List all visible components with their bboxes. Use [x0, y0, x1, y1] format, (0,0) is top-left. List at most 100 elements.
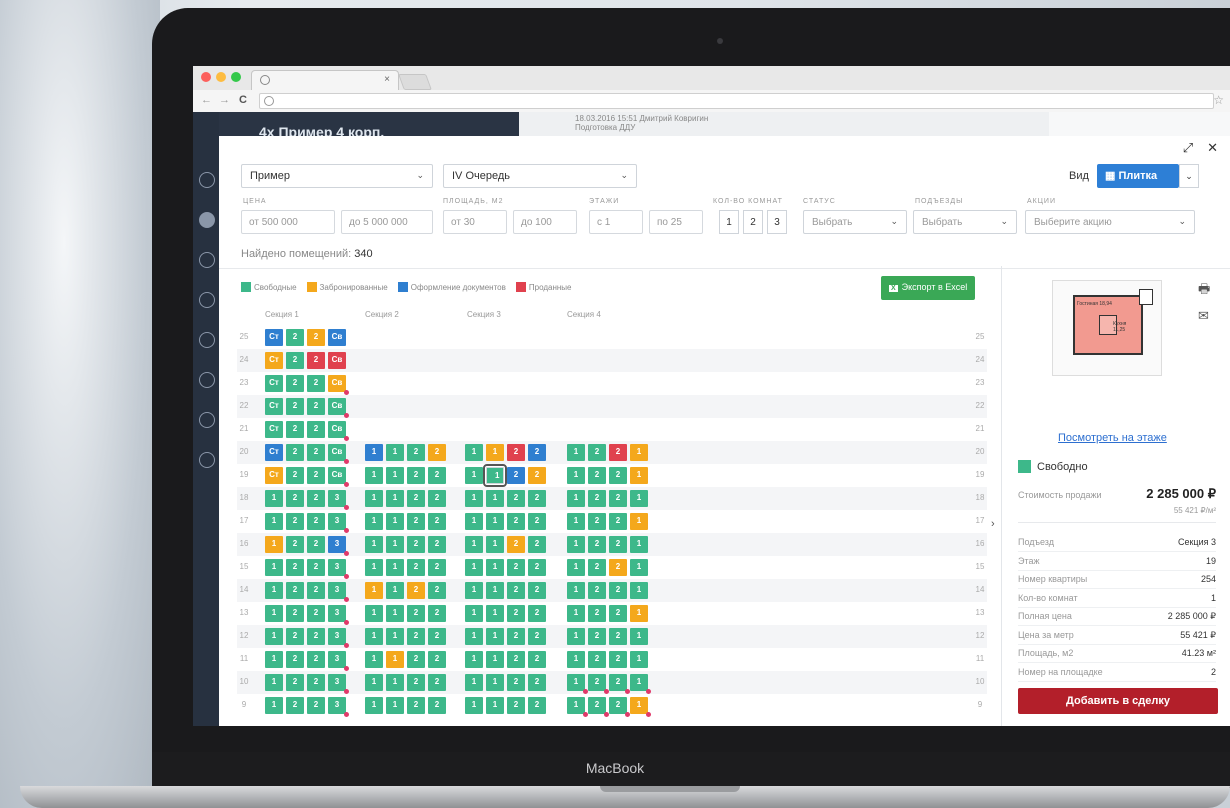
forward-arrow-icon[interactable]: → — [219, 94, 230, 106]
apartment-cell[interactable]: 2 — [588, 651, 606, 668]
rooms-option-2[interactable]: 2 — [743, 210, 763, 234]
apartment-cell[interactable]: Ст — [265, 467, 283, 484]
apartment-cell[interactable]: 2 — [428, 490, 446, 507]
apartment-cell[interactable]: 1 — [365, 605, 383, 622]
apartment-cell[interactable]: 2 — [528, 559, 546, 576]
apartment-cell[interactable]: 2 — [507, 628, 525, 645]
apartment-cell[interactable]: 1 — [365, 697, 383, 714]
apartment-cell[interactable]: 3 — [328, 697, 349, 717]
apartment-cell[interactable]: 1 — [365, 582, 383, 599]
apartment-cell[interactable]: 1 — [483, 464, 507, 487]
apartment-cell[interactable]: 1 — [630, 651, 648, 668]
apartment-cell[interactable]: 2 — [528, 444, 546, 461]
maximize-window-button[interactable] — [231, 72, 241, 82]
bookmark-star-icon[interactable]: ☆ — [1213, 93, 1224, 107]
apartment-cell[interactable]: 2 — [307, 536, 325, 553]
apartment-cell[interactable]: Св — [328, 375, 349, 395]
apartment-cell[interactable]: 1 — [465, 605, 483, 622]
apartment-cell[interactable]: 1 — [630, 490, 648, 507]
apartment-cell[interactable]: 1 — [630, 467, 648, 484]
apartment-cell[interactable]: 1 — [365, 467, 383, 484]
apartment-cell[interactable]: 1 — [567, 444, 585, 461]
apartment-cell[interactable]: 2 — [286, 490, 304, 507]
apartment-cell[interactable]: 2 — [588, 559, 606, 576]
apartment-cell[interactable]: 1 — [386, 651, 404, 668]
apartment-cell[interactable]: 2 — [528, 628, 546, 645]
apartment-cell[interactable]: 2 — [588, 467, 606, 484]
apartment-cell[interactable]: 1 — [365, 490, 383, 507]
apartment-cell[interactable]: 2 — [286, 375, 304, 392]
price-from-input[interactable]: от 500 000 — [241, 210, 335, 234]
apartment-cell[interactable]: 1 — [365, 444, 383, 461]
apartment-cell[interactable]: 1 — [486, 559, 504, 576]
apartment-cell[interactable]: 2 — [307, 628, 325, 645]
apartment-cell[interactable]: 2 — [428, 559, 446, 576]
floor-plan-image[interactable]: Гостиная 18,94 Кухня 11,25 — [1052, 280, 1162, 376]
apartment-cell[interactable]: 1 — [486, 628, 504, 645]
apartment-cell[interactable]: 1 — [465, 651, 483, 668]
apartment-cell[interactable]: 2 — [428, 536, 446, 553]
apartment-cell[interactable]: 2 — [286, 651, 304, 668]
apartment-cell[interactable]: 3 — [328, 628, 349, 648]
apartment-cell[interactable]: 2 — [609, 674, 630, 694]
apartment-cell[interactable]: 1 — [386, 536, 404, 553]
add-to-deal-button[interactable]: Добавить в сделку — [1018, 688, 1218, 714]
browser-tab[interactable]: × — [251, 70, 399, 90]
apartment-cell[interactable]: Ст — [265, 398, 283, 415]
apartment-cell[interactable]: 2 — [507, 674, 525, 691]
apartment-cell[interactable]: 1 — [386, 582, 404, 599]
apartment-cell[interactable]: 1 — [265, 536, 283, 553]
apartment-cell[interactable]: 1 — [567, 697, 588, 717]
apartment-cell[interactable]: 1 — [386, 605, 404, 622]
apartment-cell[interactable]: Св — [328, 421, 349, 441]
apartment-cell[interactable]: 2 — [588, 536, 606, 553]
apartment-cell[interactable]: 2 — [307, 421, 325, 438]
print-icon[interactable]: 🖶 — [1198, 280, 1210, 302]
apartment-cell[interactable]: 2 — [609, 536, 627, 553]
apartment-cell[interactable]: 1 — [567, 559, 585, 576]
apartment-cell[interactable]: 1 — [567, 651, 585, 668]
apartment-cell[interactable]: 2 — [286, 605, 304, 622]
apartment-cell[interactable]: 1 — [567, 536, 585, 553]
apartment-cell[interactable]: 3 — [328, 651, 349, 671]
apartment-cell[interactable]: Св — [328, 398, 349, 418]
apartment-cell[interactable]: 3 — [328, 582, 349, 602]
apartment-cell[interactable]: 2 — [286, 398, 304, 415]
area-from-input[interactable]: от 30 — [443, 210, 507, 234]
apartment-cell[interactable]: 2 — [528, 536, 546, 553]
apartment-cell[interactable]: 2 — [507, 490, 525, 507]
apartment-cell[interactable]: 1 — [465, 559, 483, 576]
apartment-cell[interactable]: 2 — [286, 513, 304, 530]
apartment-cell[interactable]: 1 — [265, 605, 283, 622]
apartment-cell[interactable]: 2 — [307, 467, 325, 484]
apartment-cell[interactable]: 1 — [386, 490, 404, 507]
apartment-cell[interactable]: 2 — [286, 329, 304, 346]
apartment-cell[interactable]: 2 — [528, 582, 546, 599]
apartment-cell[interactable]: 1 — [265, 628, 283, 645]
apartment-cell[interactable]: 2 — [528, 513, 546, 530]
dashboard-icon[interactable] — [199, 172, 215, 188]
apartment-cell[interactable]: 1 — [630, 536, 648, 553]
apartment-cell[interactable]: 2 — [407, 605, 425, 622]
apartment-cell[interactable]: 2 — [286, 582, 304, 599]
apartment-cell[interactable]: 2 — [609, 513, 627, 530]
apartment-cell[interactable]: 1 — [486, 513, 504, 530]
apartment-cell[interactable]: 2 — [286, 444, 304, 461]
apartment-cell[interactable]: 1 — [265, 697, 283, 714]
apartment-cell[interactable]: 1 — [465, 513, 483, 530]
apartment-cell[interactable]: 3 — [328, 605, 349, 625]
apartment-cell[interactable]: 1 — [465, 697, 483, 714]
apartment-cell[interactable]: 2 — [286, 352, 304, 369]
expand-icon[interactable]: ⤢ — [1183, 140, 1193, 156]
apartment-cell[interactable]: 2 — [407, 536, 425, 553]
apartment-cell[interactable]: 2 — [428, 628, 446, 645]
apartment-cell[interactable]: 1 — [365, 674, 383, 691]
chevron-right-icon[interactable]: › — [991, 518, 995, 530]
apartment-cell[interactable]: 2 — [609, 467, 627, 484]
apartment-cell[interactable]: 2 — [307, 605, 325, 622]
apartment-cell[interactable]: 2 — [507, 582, 525, 599]
apartment-cell[interactable]: 1 — [567, 582, 585, 599]
deals-icon[interactable] — [199, 212, 215, 228]
mail-icon[interactable]: ✉ — [1198, 308, 1209, 324]
apartment-cell[interactable]: 3 — [328, 536, 349, 556]
